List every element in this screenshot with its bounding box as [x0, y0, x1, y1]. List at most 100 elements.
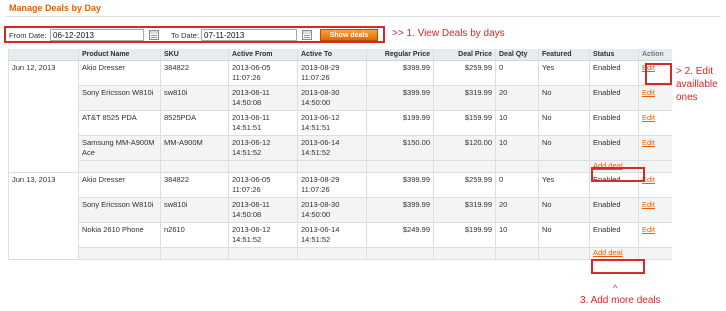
empty-cell	[160, 247, 229, 260]
featured-cell: No	[538, 222, 590, 248]
deal-price-cell: $199.99	[433, 222, 496, 248]
active-from-cell: 2013-06-05 11:07:26	[228, 172, 298, 198]
action-cell: Edit	[638, 135, 672, 161]
add-deal-highlight-box-1	[591, 167, 645, 182]
date-column-header[interactable]	[8, 49, 79, 61]
edit-link[interactable]: Edit	[642, 88, 655, 97]
active-to-header[interactable]: Active To	[297, 49, 367, 61]
product-name-cell: Akio Dresser	[78, 172, 161, 198]
to-date-input[interactable]	[201, 29, 297, 41]
table-row: Sony Ericsson W810i sw810i 2013-06-11 14:5…	[9, 85, 672, 111]
action-cell: Edit	[638, 197, 672, 223]
deal-price-cell: $319.99	[433, 85, 496, 111]
to-calendar-icon[interactable]	[302, 30, 312, 40]
action-header[interactable]: Action	[638, 49, 672, 61]
deal-price-cell: $159.99	[433, 110, 496, 136]
regular-price-cell: $399.99	[366, 85, 434, 111]
annotation-view-deals: >> 1. View Deals by days	[392, 28, 505, 39]
deal-price-cell: $319.99	[433, 197, 496, 223]
deal-price-header[interactable]: Deal Price	[433, 49, 496, 61]
sku-header[interactable]: SKU	[160, 49, 229, 61]
featured-header[interactable]: Featured	[538, 49, 590, 61]
deal-qty-cell: 20	[495, 85, 539, 111]
show-deals-button[interactable]: Show deals	[320, 29, 378, 41]
regular-price-cell: $399.99	[366, 172, 434, 198]
active-from-header[interactable]: Active From	[228, 49, 298, 61]
edit-link[interactable]: Edit	[642, 138, 655, 147]
empty-cell	[366, 247, 434, 260]
empty-cell	[228, 160, 298, 173]
annotation-caret: ^	[613, 283, 618, 293]
deal-qty-cell: 20	[495, 197, 539, 223]
add-deal-row: Add deal	[9, 247, 672, 260]
annotation-edit-line2: availlable	[676, 79, 718, 90]
action-cell: Edit	[638, 85, 672, 111]
deal-qty-cell: 10	[495, 135, 539, 161]
table-row: Jun 12, 2013 Akio Dresser 384822 2013-06-05…	[8, 60, 672, 173]
active-from-cell: 2013-06-12 14:51:52	[228, 135, 298, 161]
add-deal-link[interactable]: Add deal	[593, 248, 623, 257]
deal-qty-header[interactable]: Deal Qty	[495, 49, 539, 61]
featured-cell: No	[538, 85, 590, 111]
active-from-cell: 2013-06-11 14:51:51	[228, 110, 298, 136]
deal-price-cell: $259.99	[433, 172, 496, 198]
product-name-cell: Samsung MM-A900M Ace	[78, 135, 161, 161]
active-to-cell: 2013-08-29 11:07:26	[297, 172, 367, 198]
active-from-cell: 2013-06-11 14:50:08	[228, 85, 298, 111]
regular-price-cell: $150.00	[366, 135, 434, 161]
status-header[interactable]: Status	[589, 49, 639, 61]
empty-cell	[78, 160, 161, 173]
featured-cell: No	[538, 135, 590, 161]
deals-grid: Product Name SKU Active From Active To Regul…	[8, 49, 672, 260]
active-to-cell: 2013-06-14 14:51:52	[297, 222, 367, 248]
product-name-cell: Akio Dresser	[78, 60, 161, 86]
status-cell: Enabled	[589, 60, 639, 86]
empty-cell	[160, 160, 229, 173]
grid-header-row: Product Name SKU Active From Active To Regul…	[8, 49, 672, 61]
status-cell: Enabled	[589, 85, 639, 111]
empty-cell	[78, 247, 161, 260]
page-title: Manage Deals by Day	[9, 3, 102, 13]
sku-cell: 384822	[160, 172, 229, 198]
product-name-cell: Nokia 2610 Phone	[78, 222, 161, 248]
group-date-cell: Jun 12, 2013	[8, 60, 79, 173]
edit-link[interactable]: Edit	[642, 200, 655, 209]
deal-price-cell: $120.00	[433, 135, 496, 161]
featured-cell: No	[538, 197, 590, 223]
product-name-cell: Sony Ericsson W810i	[78, 197, 161, 223]
empty-cell	[495, 247, 539, 260]
empty-cell	[228, 247, 298, 260]
empty-cell	[433, 160, 496, 173]
empty-cell	[638, 247, 672, 260]
sku-cell: 384822	[160, 60, 229, 86]
from-calendar-icon[interactable]	[149, 30, 159, 40]
add-deal-highlight-box-2	[591, 259, 645, 274]
annotation-edit-line1: > 2. Edit	[676, 66, 713, 77]
status-cell: Enabled	[589, 110, 639, 136]
featured-cell: Yes	[538, 60, 590, 86]
product-name-header[interactable]: Product Name	[78, 49, 161, 61]
active-to-cell: 2013-06-12 14:51:51	[297, 110, 367, 136]
active-to-cell: 2013-08-29 11:07:26	[297, 60, 367, 86]
empty-cell	[366, 160, 434, 173]
action-cell: Edit	[638, 110, 672, 136]
sku-cell: sw810i	[160, 85, 229, 111]
to-date-label: To Date:	[171, 31, 199, 40]
sku-cell: sw810i	[160, 197, 229, 223]
empty-cell	[538, 160, 590, 173]
deal-qty-cell: 10	[495, 110, 539, 136]
from-date-input[interactable]	[50, 29, 144, 41]
sku-cell: n2610	[160, 222, 229, 248]
empty-cell	[297, 247, 367, 260]
regular-price-cell: $249.99	[366, 222, 434, 248]
deal-qty-cell: 0	[495, 60, 539, 86]
table-row: Sony Ericsson W810i sw810i 2013-06-11 14:5…	[9, 197, 672, 223]
grid-body: Jun 12, 2013 Akio Dresser 384822 2013-06-05…	[8, 60, 672, 260]
regular-price-header[interactable]: Regular Price	[366, 49, 434, 61]
empty-cell	[538, 247, 590, 260]
edit-link[interactable]: Edit	[642, 113, 655, 122]
table-row: Jun 13, 2013 Akio Dresser 384822 2013-06-05…	[8, 172, 672, 260]
regular-price-cell: $399.99	[366, 197, 434, 223]
edit-link[interactable]: Edit	[642, 225, 655, 234]
annotation-add-more: 3. Add more deals	[580, 295, 661, 306]
